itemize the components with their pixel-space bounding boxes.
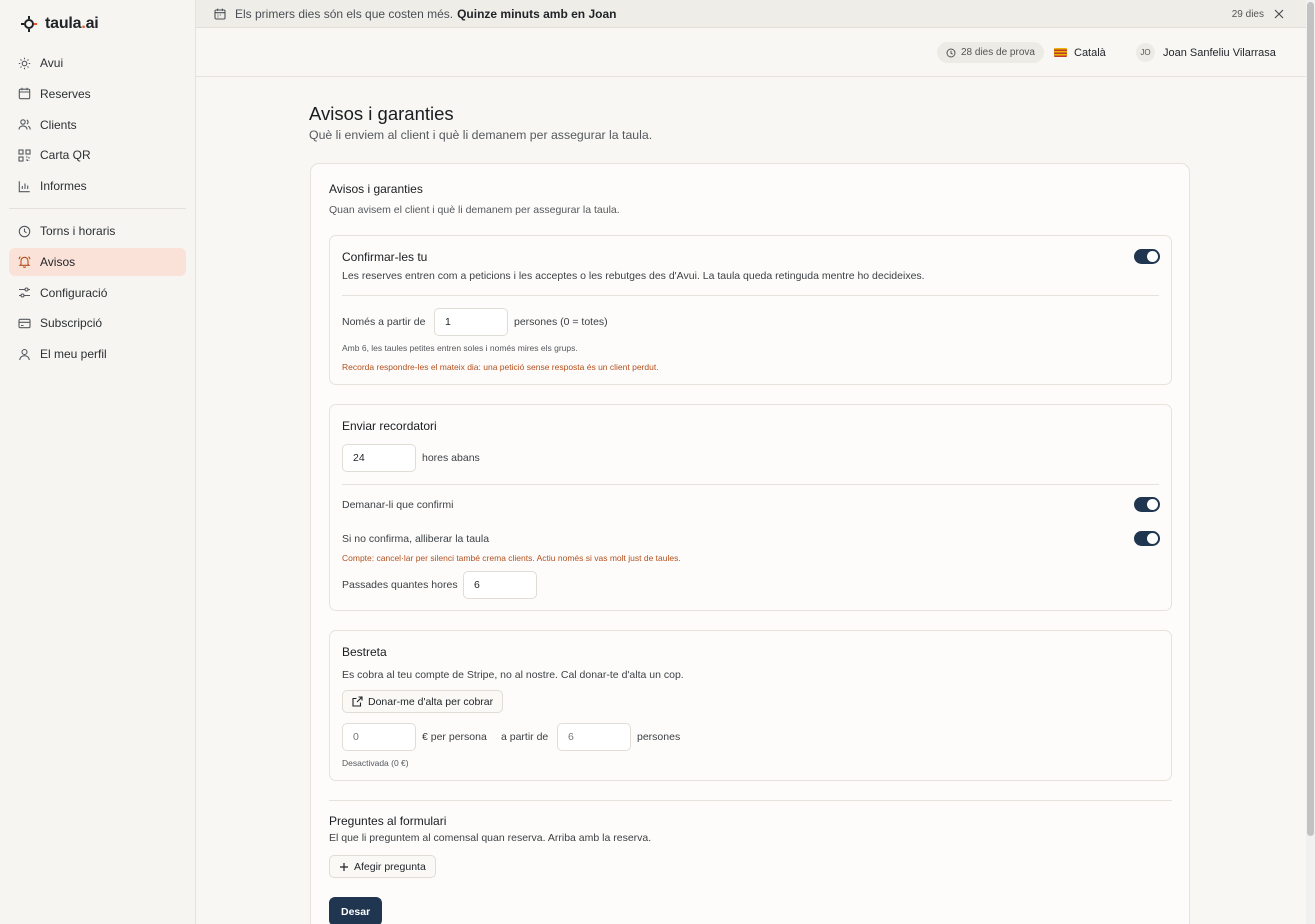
reminder-title: Enviar recordatori — [342, 419, 437, 433]
sidebar-item-informes[interactable]: Informes — [9, 172, 186, 200]
confirm-warning: Recorda respondre-les el mateix dia: una… — [342, 362, 659, 372]
sliders-icon — [18, 286, 31, 299]
reminder-section: Enviar recordatori hores abans Demanar-l… — [329, 404, 1172, 611]
confirm-hint: Amb 6, les taules petites entren soles i… — [342, 343, 578, 353]
ask-confirm-label: Demanar-li que confirmi — [342, 499, 454, 511]
sidebar-item-label: Carta QR — [40, 148, 91, 163]
primary-nav: Avui Reserves Clients Carta QR Informes — [9, 49, 186, 203]
sidebar-item-configuracio[interactable]: Configuració — [9, 279, 186, 307]
confirm-description: Les reserves entren com a peticions i le… — [342, 270, 925, 282]
sidebar-item-perfil[interactable]: El meu perfil — [9, 340, 186, 368]
ask-confirm-toggle[interactable] — [1134, 497, 1160, 512]
deposit-from-label: a partir de — [501, 731, 549, 743]
sidebar-item-label: Subscripció — [40, 316, 103, 331]
sidebar-item-label: El meu perfil — [40, 347, 107, 362]
card-icon — [18, 317, 31, 330]
sidebar-item-clients[interactable]: Clients — [9, 111, 186, 139]
calendar-icon — [18, 87, 31, 100]
confirm-from-label: Només a partir de — [342, 316, 426, 328]
sidebar-divider — [9, 208, 186, 209]
confirm-from-suffix: persones (0 = totes) — [514, 316, 608, 328]
sidebar-item-subscripcio[interactable]: Subscripció — [9, 309, 186, 337]
banner-link[interactable]: Quinze minuts amb en Joan — [457, 7, 616, 21]
sun-icon — [18, 57, 31, 70]
trial-badge: 28 dies de prova — [937, 42, 1044, 63]
sidebar: taula.ai Avui Reserves Clients Carta QR … — [0, 0, 196, 924]
card-subtitle: Quan avisem el client i què li demanem p… — [329, 204, 620, 216]
confirm-section: Confirmar-les tu Les reserves entren com… — [329, 235, 1172, 385]
section-divider — [342, 484, 1159, 485]
questions-subtitle: El que li preguntem al comensal quan res… — [329, 832, 652, 844]
sidebar-item-label: Avui — [40, 56, 64, 70]
sidebar-item-avui[interactable]: Avui — [9, 49, 186, 77]
chart-icon — [18, 180, 31, 193]
calendar-icon — [214, 8, 226, 20]
sidebar-item-label: Configuració — [40, 285, 108, 300]
external-link-icon — [352, 696, 363, 707]
card-title: Avisos i garanties — [329, 182, 423, 196]
user-name: Joan Sanfeliu Vilarrasa — [1163, 46, 1276, 59]
sidebar-item-label: Avisos — [40, 254, 76, 269]
questions-title: Preguntes al formulari — [329, 814, 447, 828]
sidebar-item-reserves[interactable]: Reserves — [9, 80, 186, 108]
page-title: Avisos i garanties — [309, 103, 454, 124]
stripe-signup-button[interactable]: Donar-me d'alta per cobrar — [342, 690, 504, 713]
deposit-amount-suffix: € per persona — [422, 731, 487, 743]
sidebar-item-label: Informes — [40, 179, 87, 194]
close-icon[interactable] — [1274, 9, 1284, 19]
banner-text: Els primers dies són els que costen més. — [235, 6, 454, 21]
sidebar-item-label: Torns i horaris — [40, 224, 116, 238]
secondary-nav: Torns i horaris Avisos Configuració Subs… — [9, 217, 186, 371]
scrollbar-thumb[interactable] — [1307, 2, 1314, 836]
onboarding-banner: Els primers dies són els que costen més.… — [196, 0, 1306, 28]
deposit-amount-input[interactable] — [342, 723, 416, 751]
card-divider — [329, 800, 1172, 801]
save-button[interactable]: Desar — [329, 897, 383, 924]
section-divider — [342, 295, 1159, 296]
page-subtitle: Què li enviem al client i què li demanem… — [309, 128, 653, 142]
scrollbar[interactable] — [1306, 0, 1315, 924]
deposit-min-persons-input[interactable] — [557, 723, 631, 751]
top-header: 28 dies de prova Català JO Joan Sanfeliu… — [196, 28, 1306, 77]
deposit-title: Bestreta — [342, 645, 387, 659]
sidebar-item-label: Clients — [40, 117, 77, 132]
qr-icon — [18, 149, 31, 162]
confirm-min-persons-input[interactable] — [434, 308, 508, 336]
confirm-toggle[interactable] — [1134, 249, 1160, 264]
user-icon — [18, 348, 31, 361]
sidebar-item-label: Reserves — [40, 86, 91, 101]
release-label: Si no confirma, alliberar la taula — [342, 533, 490, 545]
reminder-hours-suffix: hores abans — [422, 452, 480, 464]
after-hours-label: Passades quantes hores — [342, 579, 458, 591]
deposit-description: Es cobra al teu compte de Stripe, no al … — [342, 669, 684, 681]
clock-icon — [18, 225, 31, 238]
language-selector[interactable]: Català — [1054, 42, 1106, 63]
add-question-button[interactable]: Afegir pregunta — [329, 855, 436, 878]
user-menu[interactable]: JO Joan Sanfeliu Vilarrasa — [1136, 42, 1276, 63]
banner-days: 29 dies — [1231, 8, 1264, 20]
logo-text: taula.ai — [45, 15, 99, 32]
logo-icon — [20, 15, 38, 33]
logo[interactable]: taula.ai — [20, 13, 99, 35]
sidebar-item-carta-qr[interactable]: Carta QR — [9, 141, 186, 169]
deposit-from-suffix: persones — [637, 731, 681, 743]
deposit-status: Desactivada (0 €) — [342, 758, 409, 768]
sidebar-item-avisos[interactable]: Avisos — [9, 247, 186, 276]
clock-icon — [946, 48, 956, 58]
users-icon — [18, 118, 31, 131]
avatar: JO — [1136, 43, 1155, 62]
settings-card: Avisos i garanties Quan avisem el client… — [310, 163, 1190, 924]
bell-icon — [18, 255, 31, 269]
reminder-hours-input[interactable] — [342, 444, 416, 472]
release-warning: Compte: cancel·lar per silenci també cre… — [342, 553, 681, 563]
sidebar-item-torns[interactable]: Torns i horaris — [9, 217, 186, 245]
confirm-title: Confirmar-les tu — [342, 250, 428, 264]
deposit-section: Bestreta Es cobra al teu compte de Strip… — [329, 630, 1172, 781]
plus-icon — [339, 862, 349, 872]
release-after-hours-input[interactable] — [463, 571, 537, 599]
catalan-flag-icon — [1054, 48, 1067, 57]
release-toggle[interactable] — [1134, 531, 1160, 546]
